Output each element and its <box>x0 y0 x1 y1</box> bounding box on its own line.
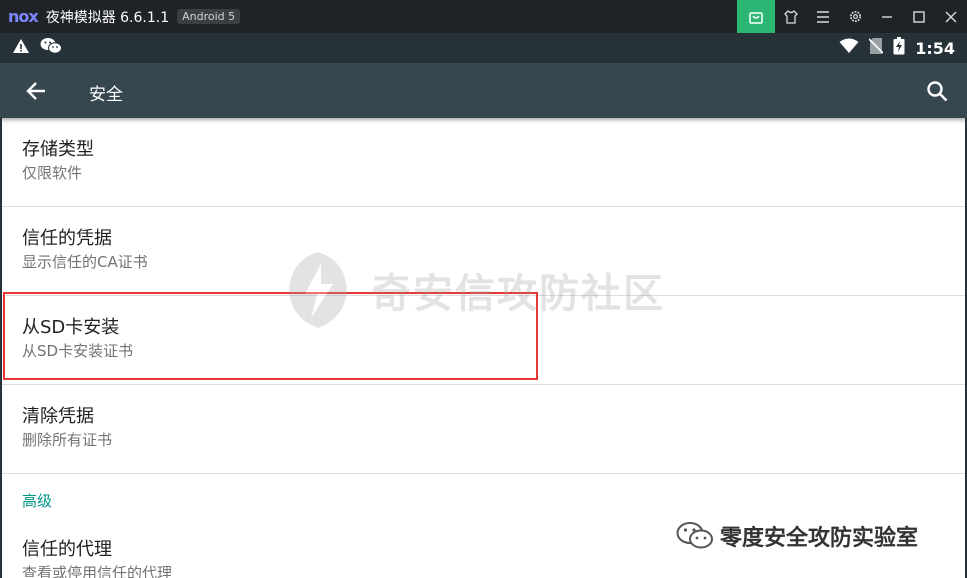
clock: 1:54 <box>915 38 955 58</box>
warning-icon <box>12 38 30 58</box>
window-controls <box>737 0 967 33</box>
search-icon <box>927 81 948 102</box>
android-version-badge: Android 5 <box>177 9 241 24</box>
back-button[interactable] <box>20 75 52 107</box>
system-icons: 1:54 <box>839 33 955 63</box>
menu-icon[interactable] <box>807 0 839 33</box>
watermark-center-text: 奇安信攻防社区 <box>371 271 665 317</box>
action-bar: 安全 <box>0 63 967 118</box>
no-sim-icon <box>868 37 884 59</box>
pref-clear-credentials[interactable]: 清除凭据 删除所有证书 <box>2 385 965 474</box>
search-button[interactable] <box>921 75 953 107</box>
pref-summary: 仅限软件 <box>22 164 83 182</box>
pref-title: 存储类型 <box>22 139 94 160</box>
pref-summary: 显示信任的CA证书 <box>22 253 148 271</box>
pref-title: 信任的代理 <box>22 539 112 560</box>
window-title: 夜神模拟器 6.6.1.1 <box>45 9 170 26</box>
notification-icons <box>12 37 62 59</box>
wechat-icon <box>40 37 62 59</box>
pref-storage-type[interactable]: 存储类型 仅限软件 <box>2 118 965 207</box>
shirt-icon[interactable] <box>775 0 807 33</box>
pref-title: 清除凭据 <box>22 406 94 427</box>
lightning-shield-icon <box>289 252 347 328</box>
maximize-icon[interactable] <box>903 0 935 33</box>
page-title: 安全 <box>89 85 123 105</box>
store-icon[interactable] <box>737 0 775 33</box>
watermark-center: 奇安信攻防社区 <box>283 250 665 330</box>
close-icon[interactable] <box>935 0 967 33</box>
battery-charging-icon <box>893 37 905 59</box>
section-header-advanced: 高级 <box>22 492 53 510</box>
pref-summary: 查看或停用信任的代理 <box>22 564 173 578</box>
watermark-corner-text: 零度安全攻防实验室 <box>720 526 919 551</box>
arrow-left-icon <box>26 82 45 100</box>
pref-title: 信任的凭据 <box>22 228 112 249</box>
wifi-icon <box>839 38 859 58</box>
wechat-logo-icon <box>676 522 713 549</box>
nox-logo: nox <box>8 7 39 26</box>
gear-icon[interactable] <box>839 0 871 33</box>
pref-summary: 删除所有证书 <box>22 431 113 449</box>
emulator-titlebar: nox 夜神模拟器 6.6.1.1 Android 5 <box>0 0 967 33</box>
watermark-corner: 零度安全攻防实验室 <box>676 520 918 552</box>
minimize-icon[interactable] <box>871 0 903 33</box>
android-statusbar: 1:54 <box>0 33 967 63</box>
